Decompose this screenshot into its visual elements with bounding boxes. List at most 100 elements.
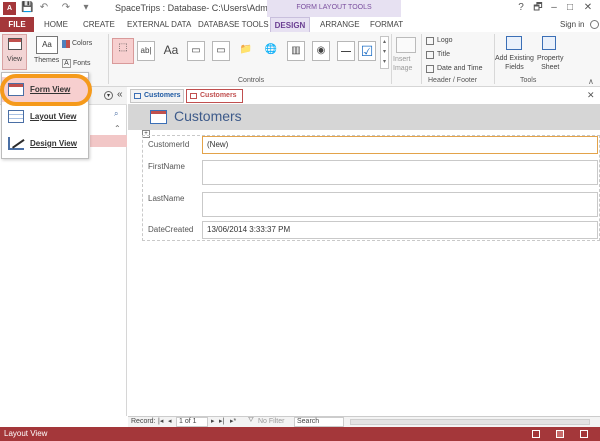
customer-id-field[interactable]: (New) <box>202 136 598 154</box>
last-record-icon[interactable]: ▸| <box>219 417 224 425</box>
controls-group-label: Controls <box>238 77 265 84</box>
record-label: Record: <box>131 418 156 425</box>
view-button[interactable]: View <box>2 34 27 70</box>
tab-create[interactable]: CREATE <box>83 17 115 32</box>
nav-menu-icon[interactable]: ▾ <box>104 91 113 100</box>
access-app-icon[interactable]: A <box>3 2 16 15</box>
close-button[interactable]: ✕ <box>580 1 596 15</box>
filter-icon: ⛛ <box>248 417 254 424</box>
help-button[interactable]: ? <box>513 1 529 15</box>
navigation-control-icon[interactable]: ▥ <box>287 41 305 61</box>
minimize-button[interactable]: – <box>546 1 562 15</box>
record-navigation-bar: Record: |◂ ◂ 1 of 1 ▸ ▸| ▸* ⛛ No Filter … <box>128 416 600 427</box>
menu-item-layout-view[interactable]: Layout View <box>2 104 88 129</box>
tab-external-data[interactable]: EXTERNAL DATA <box>127 17 191 32</box>
property-sheet-icon[interactable] <box>542 36 556 50</box>
nav-selected-item[interactable] <box>90 135 127 147</box>
tab-arrange[interactable]: ARRANGE <box>320 17 360 32</box>
option-group-icon[interactable]: ◉ <box>312 41 330 61</box>
checkbox-control-icon[interactable]: ☑ <box>358 41 376 61</box>
ribbon: View Aa Themes Colors A Fonts ⬚ ab| Aa ▭… <box>0 32 600 87</box>
first-name-field[interactable] <box>202 160 598 185</box>
fonts-icon[interactable]: A <box>62 59 71 68</box>
redo-icon[interactable]: ↷ <box>60 2 72 14</box>
label-last-name: LastName <box>148 194 185 203</box>
design-view-icon <box>8 137 25 150</box>
property-sheet-button[interactable]: Property Sheet <box>537 54 563 72</box>
context-tools-label: FORM LAYOUT TOOLS <box>296 4 372 11</box>
form-title: Customers <box>174 108 242 124</box>
nav-search-icon[interactable]: ⌕ <box>114 109 118 119</box>
status-text: Layout View <box>4 429 48 438</box>
tab-format[interactable]: FORMAT <box>370 17 403 32</box>
logo-icon[interactable] <box>426 37 434 45</box>
first-record-icon[interactable]: |◂ <box>158 417 163 425</box>
undo-icon[interactable]: ↶ <box>38 2 50 14</box>
tab-design[interactable]: DESIGN <box>270 17 310 32</box>
sign-in-link[interactable]: Sign in <box>560 17 584 32</box>
colors-button[interactable]: Colors <box>72 40 92 47</box>
nav-group-collapse-icon[interactable]: ⌃ <box>114 124 121 133</box>
select-control-icon[interactable]: ⬚ <box>112 38 134 64</box>
close-document-icon[interactable]: ✕ <box>587 90 595 101</box>
add-existing-fields-icon[interactable] <box>506 36 522 50</box>
layout-view-status-icon[interactable] <box>556 430 564 438</box>
collapse-ribbon-icon[interactable]: ∧ <box>588 77 594 86</box>
themes-label[interactable]: Themes <box>34 57 59 64</box>
insert-image-icon[interactable] <box>396 37 416 53</box>
record-search-input[interactable]: Search <box>294 417 344 427</box>
folder-control-icon[interactable]: 📁 <box>237 41 255 61</box>
save-icon[interactable]: 💾 <box>21 2 33 14</box>
separator <box>391 34 392 84</box>
date-time-icon[interactable] <box>426 65 434 73</box>
menu-item-label: Layout View <box>30 112 77 121</box>
current-record-field[interactable]: 1 of 1 <box>176 417 208 427</box>
themes-icon[interactable]: Aa <box>36 36 58 54</box>
date-created-field[interactable]: 13/06/2014 3:33:37 PM <box>202 221 598 239</box>
form-body: + CustomerId (New) FirstName LastName Da… <box>128 130 600 414</box>
form-view-status-icon[interactable] <box>532 430 540 438</box>
tab-database-tools[interactable]: DATABASE TOOLS <box>198 17 269 32</box>
label-date-created: DateCreated <box>148 225 194 234</box>
title-button[interactable]: Title <box>437 51 450 58</box>
date-time-button[interactable]: Date and Time <box>437 65 483 72</box>
label-control-icon[interactable]: Aa <box>162 41 180 61</box>
insert-page-break-icon[interactable] <box>337 41 355 61</box>
title-icon[interactable] <box>426 51 434 59</box>
next-record-icon[interactable]: ▸ <box>211 417 215 425</box>
layout-view-icon <box>8 110 24 123</box>
last-name-field[interactable] <box>202 192 598 217</box>
account-icon[interactable] <box>590 20 599 29</box>
title-bar: A 💾 ↶ ↷ ▾ SpaceTrips : Database- C:\User… <box>0 0 600 17</box>
form-layout-tools-context: FORM LAYOUT TOOLS <box>267 0 401 17</box>
tab-control-icon[interactable]: ▭ <box>212 41 230 61</box>
menu-item-design-view[interactable]: Design View <box>2 131 88 156</box>
colors-icon[interactable] <box>62 40 70 48</box>
tab-file[interactable]: FILE <box>0 17 34 32</box>
fonts-button[interactable]: Fonts <box>73 60 91 67</box>
insert-image-button[interactable]: Insert Image <box>393 55 412 73</box>
logo-button[interactable]: Logo <box>437 37 453 44</box>
web-browser-control-icon[interactable]: 🌐 <box>262 41 280 61</box>
design-view-status-icon[interactable] <box>580 430 588 438</box>
nav-collapse-icon[interactable]: « <box>117 89 123 100</box>
label-customer-id: CustomerId <box>148 140 190 149</box>
tab-home[interactable]: HOME <box>44 17 68 32</box>
view-icon <box>8 38 22 50</box>
no-filter-indicator[interactable]: No Filter <box>258 418 284 425</box>
doc-tab-label: Customers <box>144 92 181 99</box>
maximize-button[interactable]: □ <box>562 1 578 15</box>
prev-record-icon[interactable]: ◂ <box>168 417 172 425</box>
add-existing-fields-button[interactable]: Add Existing Fields <box>495 54 534 72</box>
button-control-icon[interactable]: ▭ <box>187 41 205 61</box>
doc-tab-label: Customers <box>200 92 237 99</box>
horizontal-scrollbar[interactable] <box>350 419 590 425</box>
view-label: View <box>7 56 23 63</box>
customize-qat-icon[interactable]: ▾ <box>80 2 92 14</box>
new-record-icon[interactable]: ▸* <box>230 417 236 425</box>
doc-tab-customers-form[interactable]: Customers <box>186 89 243 103</box>
controls-gallery-scroll[interactable]: ▴ ▾ ▾ <box>380 36 389 69</box>
ribbon-display-button[interactable]: 🗗 <box>530 1 546 15</box>
doc-tab-customers-table[interactable]: Customers <box>130 89 184 103</box>
textbox-control-icon[interactable]: ab| <box>137 41 155 61</box>
